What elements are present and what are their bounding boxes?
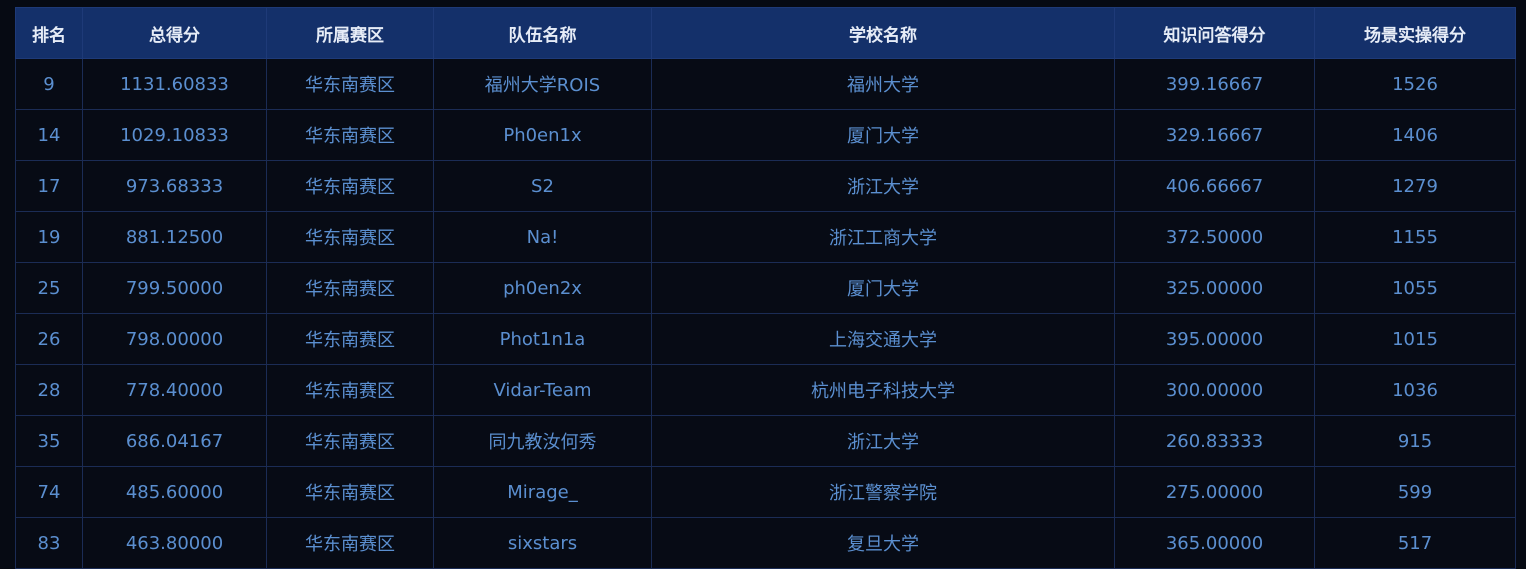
school-name-cell: 上海交通大学 [651,313,1115,365]
ranking-table: 排名 总得分 所属赛区 队伍名称 学校名称 知识问答得分 场景实操得分 9 113… [15,7,1516,569]
practical-score-cell: 517 [1314,517,1516,569]
total-score-cell: 485.60000 [82,466,267,518]
region-cell: 华东南赛区 [266,415,434,467]
practical-score-cell: 915 [1314,415,1516,467]
header-school-name[interactable]: 学校名称 [651,7,1115,59]
practical-score-cell: 1406 [1314,109,1516,161]
rank-cell: 35 [15,415,83,467]
school-name-cell: 复旦大学 [651,517,1115,569]
practical-score-cell: 1055 [1314,262,1516,314]
practical-score-cell: 1155 [1314,211,1516,263]
total-score-cell: 798.00000 [82,313,267,365]
header-practical-score[interactable]: 场景实操得分 [1314,7,1516,59]
rank-cell: 19 [15,211,83,263]
total-score-cell: 881.12500 [82,211,267,263]
team-name-cell: Mirage_ [433,466,652,518]
header-total-score[interactable]: 总得分 [82,7,267,59]
table-row: 14 1029.10833 华东南赛区 Ph0en1x 厦门大学 329.16667 140… [15,109,1516,161]
region-cell: 华东南赛区 [266,364,434,416]
school-name-cell: 厦门大学 [651,109,1115,161]
rank-cell: 14 [15,109,83,161]
rank-cell: 9 [15,58,83,110]
region-cell: 华东南赛区 [266,109,434,161]
school-name-cell: 浙江大学 [651,160,1115,212]
practical-score-cell: 1526 [1314,58,1516,110]
table-header: 排名 总得分 所属赛区 队伍名称 学校名称 知识问答得分 场景实操得分 [15,7,1516,59]
total-score-cell: 463.80000 [82,517,267,569]
school-name-cell: 厦门大学 [651,262,1115,314]
total-score-cell: 1029.10833 [82,109,267,161]
region-cell: 华东南赛区 [266,517,434,569]
table-row: 83 463.80000 华东南赛区 sixstars 复旦大学 365.00000 517 [15,517,1516,569]
region-cell: 华东南赛区 [266,160,434,212]
total-score-cell: 778.40000 [82,364,267,416]
region-cell: 华东南赛区 [266,262,434,314]
team-name-cell: sixstars [433,517,652,569]
team-name-cell: Vidar-Team [433,364,652,416]
school-name-cell: 杭州电子科技大学 [651,364,1115,416]
quiz-score-cell: 399.16667 [1114,58,1315,110]
school-name-cell: 浙江工商大学 [651,211,1115,263]
table-row: 19 881.12500 华东南赛区 Na! 浙江工商大学 372.50000 1155 [15,211,1516,263]
header-row: 排名 总得分 所属赛区 队伍名称 学校名称 知识问答得分 场景实操得分 [15,7,1516,59]
region-cell: 华东南赛区 [266,466,434,518]
practical-score-cell: 1036 [1314,364,1516,416]
quiz-score-cell: 329.16667 [1114,109,1315,161]
table-body: 9 1131.60833 华东南赛区 福州大学ROIS 福州大学 399.16667 152… [15,58,1516,569]
team-name-cell: ph0en2x [433,262,652,314]
team-name-cell: Ph0en1x [433,109,652,161]
region-cell: 华东南赛区 [266,211,434,263]
header-quiz-score[interactable]: 知识问答得分 [1114,7,1315,59]
region-cell: 华东南赛区 [266,313,434,365]
practical-score-cell: 599 [1314,466,1516,518]
team-name-cell: Na! [433,211,652,263]
region-cell: 华东南赛区 [266,58,434,110]
quiz-score-cell: 275.00000 [1114,466,1315,518]
team-name-cell: Phot1n1a [433,313,652,365]
table-row: 74 485.60000 华东南赛区 Mirage_ 浙江警察学院 275.00000 59… [15,466,1516,518]
total-score-cell: 686.04167 [82,415,267,467]
table-row: 9 1131.60833 华东南赛区 福州大学ROIS 福州大学 399.16667 152… [15,58,1516,110]
quiz-score-cell: 300.00000 [1114,364,1315,416]
rank-cell: 26 [15,313,83,365]
quiz-score-cell: 260.83333 [1114,415,1315,467]
school-name-cell: 浙江警察学院 [651,466,1115,518]
table-row: 25 799.50000 华东南赛区 ph0en2x 厦门大学 325.00000 1055 [15,262,1516,314]
rank-cell: 28 [15,364,83,416]
header-team-name[interactable]: 队伍名称 [433,7,652,59]
team-name-cell: S2 [433,160,652,212]
team-name-cell: 同九教汝何秀 [433,415,652,467]
header-region[interactable]: 所属赛区 [266,7,434,59]
rank-cell: 74 [15,466,83,518]
total-score-cell: 973.68333 [82,160,267,212]
school-name-cell: 浙江大学 [651,415,1115,467]
rank-cell: 83 [15,517,83,569]
quiz-score-cell: 365.00000 [1114,517,1315,569]
quiz-score-cell: 406.66667 [1114,160,1315,212]
rank-cell: 25 [15,262,83,314]
practical-score-cell: 1279 [1314,160,1516,212]
table-row: 35 686.04167 华东南赛区 同九教汝何秀 浙江大学 260.83333 915 [15,415,1516,467]
total-score-cell: 1131.60833 [82,58,267,110]
table-row: 17 973.68333 华东南赛区 S2 浙江大学 406.66667 1279 [15,160,1516,212]
team-name-cell: 福州大学ROIS [433,58,652,110]
practical-score-cell: 1015 [1314,313,1516,365]
quiz-score-cell: 395.00000 [1114,313,1315,365]
total-score-cell: 799.50000 [82,262,267,314]
school-name-cell: 福州大学 [651,58,1115,110]
quiz-score-cell: 372.50000 [1114,211,1315,263]
table-row: 26 798.00000 华东南赛区 Phot1n1a 上海交通大学 395.00000 1… [15,313,1516,365]
ranking-table-container: 排名 总得分 所属赛区 队伍名称 学校名称 知识问答得分 场景实操得分 9 113… [15,7,1516,569]
quiz-score-cell: 325.00000 [1114,262,1315,314]
table-row: 28 778.40000 华东南赛区 Vidar-Team 杭州电子科技大学 300.00… [15,364,1516,416]
header-rank[interactable]: 排名 [15,7,83,59]
rank-cell: 17 [15,160,83,212]
